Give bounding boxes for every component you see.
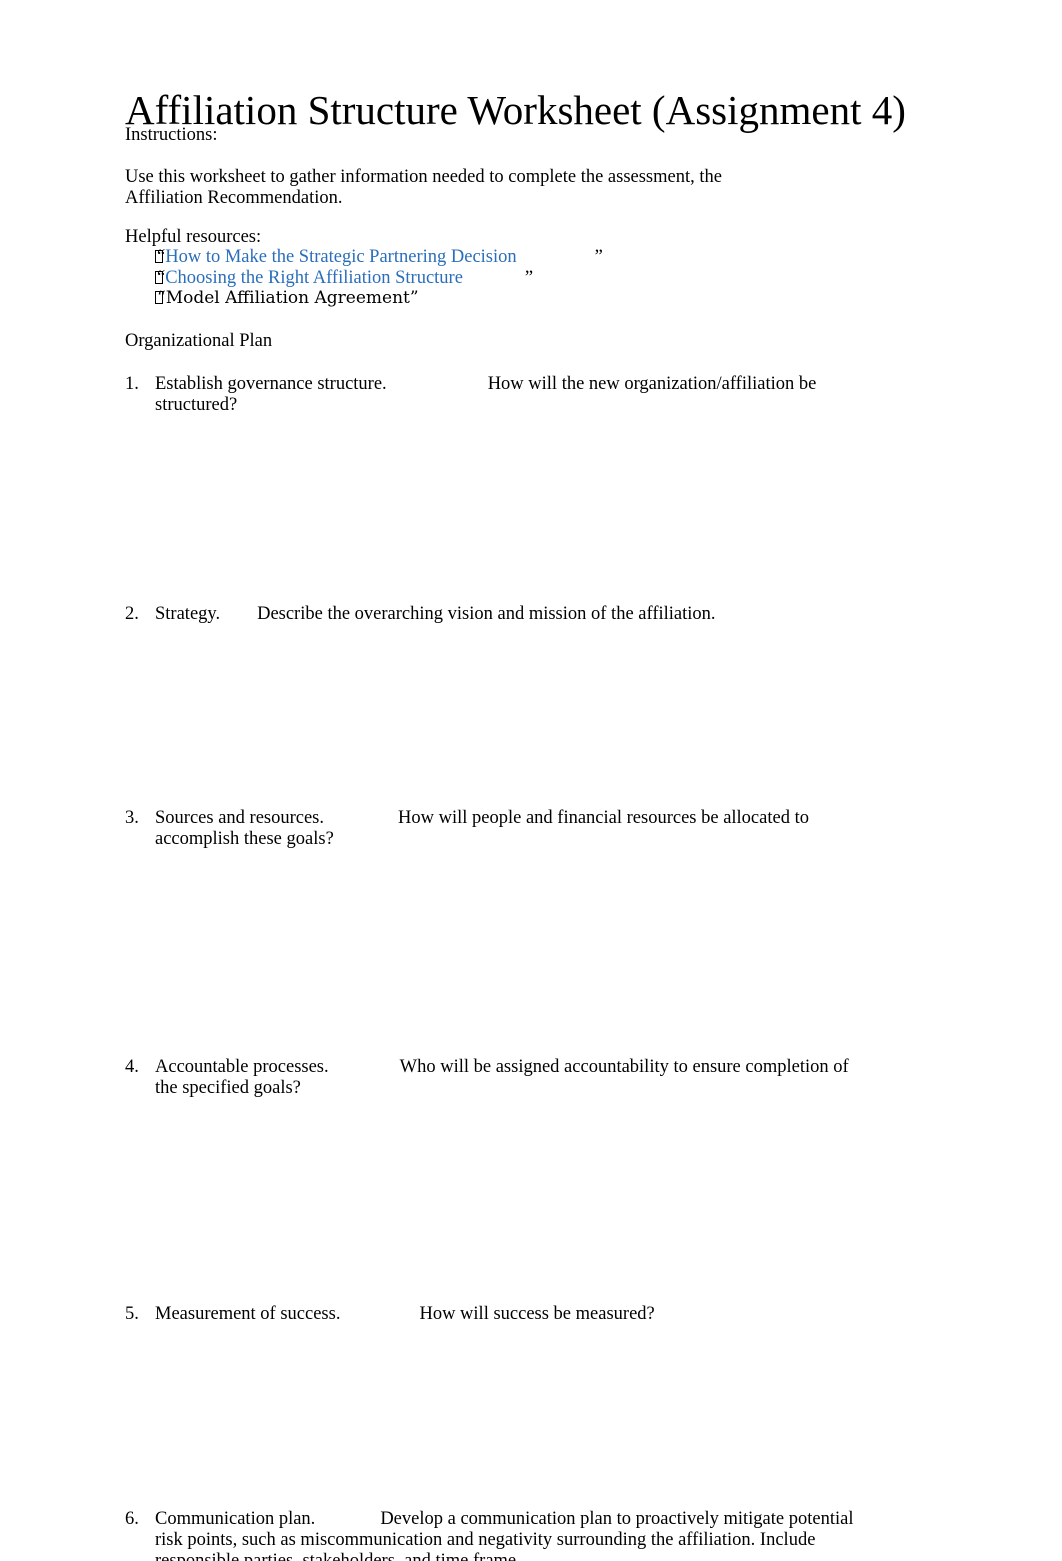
question-prompt: Describe the overarching vision and miss… (257, 604, 716, 624)
question-label: Communication plan. (155, 1509, 316, 1529)
missing-glyph-bullet-icon (125, 247, 163, 268)
open-quote: “ (157, 288, 166, 309)
resource-entry: “Model Affiliation Agreement” (157, 288, 419, 309)
question-item-1: 1. Establish governance structure. How wi… (125, 374, 835, 416)
question-item-2: 2. Strategy. Describe the overarching vis… (125, 604, 855, 625)
resource-text-model-agreement: Model Affiliation Agreement (165, 288, 410, 309)
open-quote: “ (157, 267, 166, 288)
helpful-resources-list: “How to Make the Strategic Partnering De… (125, 247, 603, 309)
question-body: Accountable processes. Who will be assign… (155, 1057, 855, 1099)
question-label: Sources and resources. (155, 808, 325, 828)
list-item: “How to Make the Strategic Partnering De… (125, 247, 603, 268)
question-body: Sources and resources. How will people an… (155, 808, 813, 850)
list-item: “Model Affiliation Agreement” (125, 288, 603, 309)
missing-glyph-bullet-icon (125, 268, 163, 289)
close-quote: ” (409, 288, 419, 309)
question-prompt: How will success be measured? (419, 1304, 655, 1324)
open-quote: “ (157, 247, 166, 267)
intro-paragraph: Use this worksheet to gather information… (125, 167, 722, 208)
question-body: Measurement of success. How will success … (155, 1304, 855, 1325)
question-number: 5. (125, 1304, 139, 1324)
question-body: Communication plan. Develop a communicati… (155, 1509, 855, 1561)
question-label: Accountable processes. (155, 1057, 329, 1077)
resource-entry: “How to Make the Strategic Partnering De… (157, 247, 603, 268)
question-number: 1. (125, 374, 139, 394)
resource-link-strategic-partnering[interactable]: How to Make the Strategic Partnering Dec… (165, 247, 516, 267)
section-heading-organizational-plan: Organizational Plan (125, 331, 273, 351)
page-title: Affiliation Structure Worksheet (Assignm… (125, 87, 906, 134)
question-item-4: 4. Accountable processes. Who will be ass… (125, 1057, 855, 1099)
resource-link-affiliation-structure[interactable]: Choosing the Right Affiliation Structure (165, 268, 463, 288)
question-number: 2. (125, 604, 139, 624)
close-quote: ” (524, 267, 534, 288)
question-number: 6. (125, 1509, 139, 1529)
question-body: Strategy. Describe the overarching vision… (155, 604, 855, 625)
question-item-5: 5. Measurement of success. How will succe… (125, 1304, 855, 1325)
question-label: Strategy. (155, 604, 221, 624)
list-item: “Choosing the Right Affiliation Structur… (125, 268, 603, 289)
question-number: 4. (125, 1057, 139, 1077)
instructions-label: Instructions: (125, 125, 218, 145)
resource-entry: “Choosing the Right Affiliation Structur… (157, 268, 533, 289)
missing-glyph-bullet-icon (125, 288, 163, 309)
question-label: Measurement of success. (155, 1304, 341, 1324)
question-item-6: 6. Communication plan. Develop a communic… (125, 1509, 855, 1561)
helpful-resources-label: Helpful resources: (125, 227, 262, 247)
document-page: Affiliation Structure Worksheet (Assignm… (0, 0, 1062, 1561)
question-body: Establish governance structure. How will … (155, 374, 835, 416)
question-item-3: 3. Sources and resources. How will people… (125, 808, 813, 850)
question-label: Establish governance structure. (155, 374, 387, 394)
close-quote: ” (594, 247, 603, 267)
question-number: 3. (125, 808, 139, 828)
